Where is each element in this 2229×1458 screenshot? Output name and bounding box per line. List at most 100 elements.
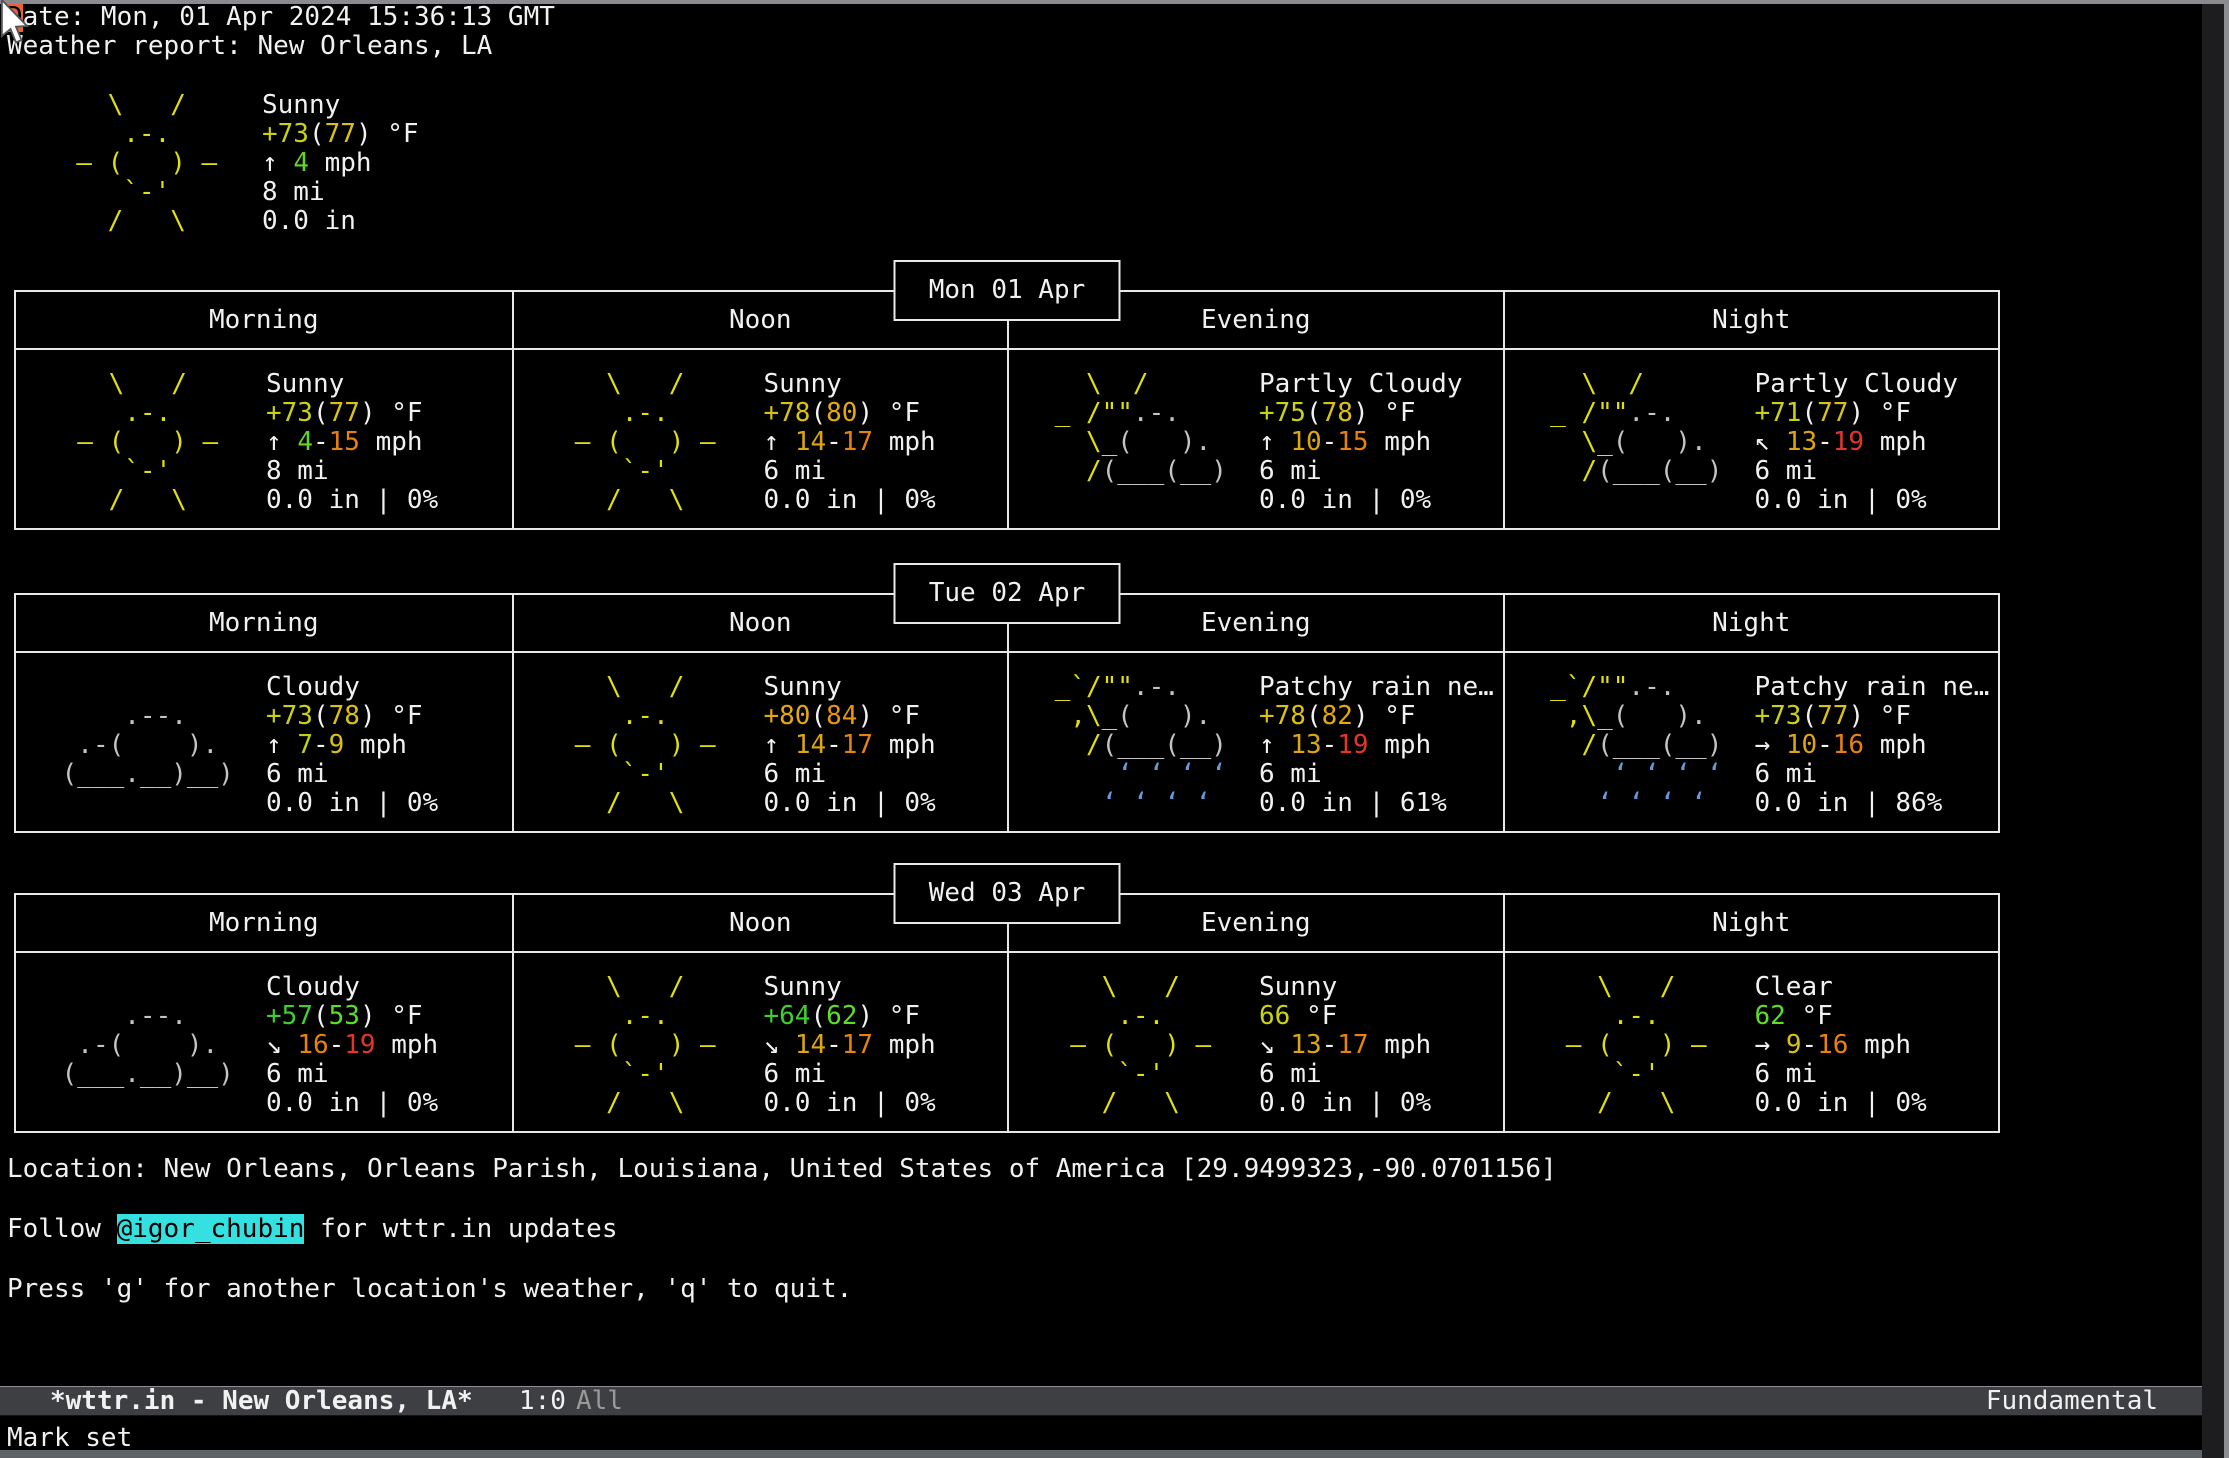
text-segment: ( [1801, 701, 1817, 731]
temperature-text: +80(84) °F [764, 702, 936, 731]
forecast-cell: \ / .-. ― ( ) ― `-' / \Sunny+78(80) °F↑ … [512, 350, 1008, 528]
wind-unit: mph [1864, 427, 1927, 457]
weather-icon-line: \ / [544, 673, 716, 702]
visibility-text: 6 mi [764, 760, 936, 789]
temperature-unit: °F [1369, 701, 1416, 731]
weather-icon-line: ― ( ) ― [1039, 1031, 1211, 1060]
weather-icon-line [46, 673, 234, 702]
follow-line: Follow @igor_chubin for wttr.in updates [7, 1215, 618, 1244]
precip-text: 0.0 in [262, 207, 419, 236]
mouse-pointer-icon [0, 0, 32, 44]
text-segment: - [1817, 427, 1833, 457]
text-segment: ― ( ) ― [544, 427, 716, 457]
weather-icon-line: \ / [46, 370, 218, 399]
weather-icon-line: /(___(__) [1535, 457, 1723, 486]
temperature-unit: °F [873, 701, 920, 731]
wind-unit: mph [873, 730, 936, 760]
forecast-text-column: Sunny+80(84) °F↑ 14-17 mph6 mi0.0 in | 0… [764, 673, 936, 818]
weather-icon-line [46, 789, 234, 818]
weather-icon-line: ‘ ‘ ‘ ‘ [1535, 789, 1723, 818]
wind-direction-arrow-icon: ↖ [1755, 427, 1786, 457]
wind-speed-low: 9 [1786, 1030, 1802, 1060]
forecast-text-column: Clear62 °F→ 9-16 mph6 mi0.0 in | 0% [1755, 973, 1927, 1118]
modeline-major-mode[interactable]: Fundamental [1986, 1387, 2158, 1415]
text-segment: _`/"" [1535, 672, 1629, 702]
weather-icon-sunny: \ / .-. ― ( ) ― `-' / \ [544, 673, 716, 818]
text-segment: - [826, 1030, 842, 1060]
wind-direction-arrow-icon: ↑ [764, 427, 795, 457]
text-segment: - [313, 427, 329, 457]
wind-speed-high: 19 [1833, 427, 1864, 457]
condition-text: Sunny [764, 673, 936, 702]
temperature-unit: °F [1864, 701, 1911, 731]
wind-unit: mph [1864, 730, 1927, 760]
forecast-cell: \ / .-. ― ( ) ― `-' / \ Sunny+80(84) °F↑ … [512, 653, 1008, 831]
text-segment: \ / [45, 90, 186, 120]
temperature-text: +75(78) °F [1259, 399, 1463, 428]
period-header: Night [1503, 895, 1999, 951]
wind-speed-high: 17 [842, 730, 873, 760]
emacs-buffer[interactable]: Date: Mon, 01 Apr 2024 15:36:13 GMT Weat… [0, 0, 2202, 1386]
forecast-cell: _`/"".-. ,\_( ). /(___(__) ‘ ‘ ‘ ‘ ‘ ‘ ‘… [1503, 653, 1999, 831]
temperature-text: +71(77) °F [1755, 399, 1959, 428]
window-right-border [2224, 4, 2229, 1458]
modeline-buffer-name[interactable]: *wttr.in - New Orleans, LA* [50, 1387, 473, 1415]
emacs-modeline[interactable]: *wttr.in - New Orleans, LA* 1:0 All Fund… [0, 1386, 2202, 1416]
condition-text: Sunny [764, 973, 936, 1002]
text-segment: ― ( ) ― [45, 148, 217, 178]
forecast-text-column: Sunny+73(77) °F↑ 4-15 mph8 mi0.0 in | 0% [266, 370, 438, 515]
wind-direction-arrow-icon: ↑ [266, 427, 297, 457]
text-segment: ,\_ [1535, 701, 1613, 731]
text-segment: ) [1848, 701, 1864, 731]
forecast-cell: .--. .-( ). (___.__)__)Cloudy+73(78) °F↑… [16, 653, 512, 831]
text-segment: \ / [1535, 972, 1676, 1002]
wind-text: ↘ 14-17 mph [764, 1031, 936, 1060]
forecast-cell: \ / .-. ― ( ) ― `-' / \Clear62 °F→ 9-16 … [1503, 953, 1999, 1131]
temperature-value: +73 [262, 119, 309, 149]
period-header: Morning [16, 292, 512, 348]
weather-icon-line: _ /"".-. [1039, 399, 1227, 428]
weather-icon-line: / \ [544, 1089, 716, 1118]
wind-speed-low: 14 [795, 427, 826, 457]
wind-speed-low: 14 [795, 1030, 826, 1060]
wind-text: ↑ 14-17 mph [764, 731, 936, 760]
period-header: Morning [16, 595, 512, 651]
temperature-unit: °F [873, 1001, 920, 1031]
wind-direction-arrow-icon: ↑ [262, 148, 293, 178]
wind-speed-low: 16 [297, 1030, 328, 1060]
twitter-handle[interactable]: @igor_chubin [117, 1214, 305, 1244]
weather-icon-line: ‘ ‘ ‘ ‘ [1039, 760, 1227, 789]
text-segment: / [1039, 730, 1102, 760]
temperature-unit: °F [1369, 398, 1416, 428]
text-segment: ‘ ‘ ‘ ‘ [1535, 788, 1707, 818]
temperature-unit: °F [1786, 1001, 1833, 1031]
wind-text: ↑ 14-17 mph [764, 428, 936, 457]
text-segment: \ / [46, 369, 187, 399]
text-segment: - [313, 730, 329, 760]
wind-direction-arrow-icon: ↘ [1259, 1030, 1290, 1060]
wind-speed-low: 10 [1290, 427, 1321, 457]
text-segment: \_ [1535, 427, 1613, 457]
weather-icon-line: .-( ). [46, 1031, 234, 1060]
weather-icon-line: _`/"".-. [1535, 673, 1723, 702]
forecast-cell: \ / _ /"".-. \_( ). /(___(__)Partly Clou… [1007, 350, 1503, 528]
text-segment: .-. [1628, 672, 1675, 702]
text-segment: (___.__)__) [46, 759, 234, 789]
weather-icon-line: /(___(__) [1039, 731, 1227, 760]
weather-icon-line: `-' [1535, 1060, 1707, 1089]
weather-icon-line: _`/"".-. [1039, 673, 1227, 702]
wind-speed-high: 19 [344, 1030, 375, 1060]
text-segment: `-' [544, 1059, 669, 1089]
visibility-text: 6 mi [1259, 760, 1494, 789]
precip-text: 0.0 in | 0% [1755, 486, 1959, 515]
weather-icon-line: \ / [544, 370, 716, 399]
scrollbar-track[interactable] [2202, 4, 2224, 1458]
text-segment: ( [1306, 701, 1322, 731]
temperature-unit: °F [1290, 1001, 1337, 1031]
temperature-unit: °F [372, 119, 419, 149]
press-keys-line: Press 'g' for another location's weather… [7, 1275, 852, 1304]
visibility-text: 8 mi [266, 457, 438, 486]
period-header-label: Noon [729, 609, 792, 638]
temperature-value: +73 [266, 398, 313, 428]
temperature-text: 66 °F [1259, 1002, 1431, 1031]
